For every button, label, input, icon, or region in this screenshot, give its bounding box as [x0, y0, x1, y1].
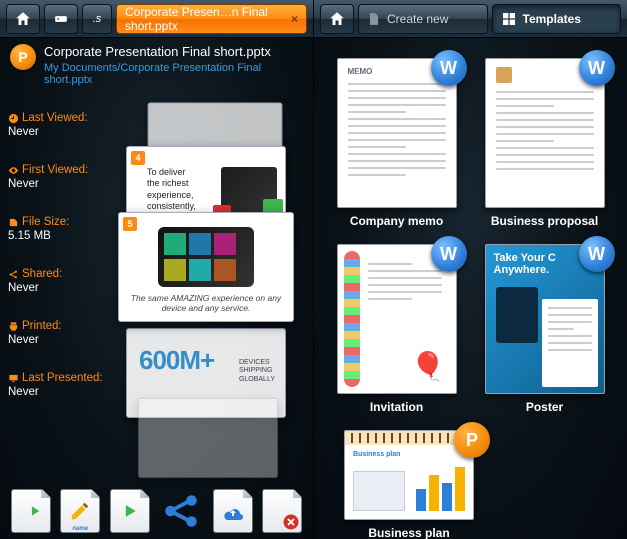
share-button[interactable] — [159, 489, 203, 533]
meta-printed: Printed: Never — [8, 320, 118, 346]
meta-label: Last Presented: — [22, 372, 103, 384]
open-button[interactable] — [11, 489, 51, 533]
play-icon — [120, 501, 140, 521]
home-icon — [328, 10, 346, 28]
arrow-right-icon — [20, 500, 42, 522]
templates-panel: Create new Templates W MEMO Company memo… — [314, 0, 627, 539]
share-icon — [8, 269, 19, 280]
extension-button[interactable]: .s — [82, 4, 112, 34]
meta-label: Last Viewed: — [22, 112, 88, 124]
template-label: Invitation — [370, 400, 423, 414]
meta-value: Never — [8, 334, 118, 346]
meta-file-size: File Size: 5.15 MB — [8, 216, 118, 242]
meta-value: Never — [8, 282, 118, 294]
size-icon — [8, 217, 19, 228]
document-tab-label: Corporate Presen…n Final short.pptx — [125, 5, 285, 33]
slide-graphic — [158, 227, 254, 287]
clock-icon — [8, 113, 19, 124]
template-label: Business proposal — [491, 214, 598, 228]
file-metadata: Last Viewed: Never First Viewed: Never F… — [8, 112, 118, 424]
word-badge-icon: W — [579, 50, 615, 86]
template-business-plan-presentation[interactable]: P Business plan Business plan presentati… — [334, 430, 484, 539]
file-header: P Corporate Presentation Final short.ppt… — [0, 38, 313, 94]
printer-icon — [8, 321, 19, 332]
eye-icon — [8, 165, 19, 176]
file-actions: name — [0, 489, 313, 533]
meta-value: Never — [8, 386, 118, 398]
file-title: Corporate Presentation Final short.pptx — [44, 44, 303, 60]
slide-preview-stack: 4 To deliver the richest experience, con… — [116, 98, 302, 428]
meta-last-presented: Last Presented: Never — [8, 372, 118, 398]
template-company-memo[interactable]: W MEMO Company memo — [333, 58, 461, 228]
left-topbar: .s Corporate Presen…n Final short.pptx × — [0, 0, 313, 38]
drive-icon — [52, 12, 70, 26]
powerpoint-badge-icon: P — [10, 44, 36, 70]
slide-big-text: 600M+ — [139, 345, 214, 376]
file-path: My Documents/Corporate Presentation Fina… — [44, 62, 303, 86]
new-doc-icon — [367, 10, 381, 28]
meta-first-viewed: First Viewed: Never — [8, 164, 118, 190]
right-topbar: Create new Templates — [314, 0, 627, 38]
meta-shared: Shared: Never — [8, 268, 118, 294]
present-button[interactable] — [110, 489, 150, 533]
document-details-panel: .s Corporate Presen…n Final short.pptx ×… — [0, 0, 314, 539]
meta-label: First Viewed: — [22, 164, 88, 176]
rename-hint: name — [60, 526, 100, 532]
powerpoint-badge-icon: P — [454, 422, 490, 458]
template-business-proposal[interactable]: W Business proposal — [481, 58, 609, 228]
templates-tab-label: Templates — [523, 12, 581, 26]
meta-value: 5.15 MB — [8, 230, 118, 242]
meta-value: Never — [8, 178, 118, 190]
template-label: Poster — [526, 400, 563, 414]
storage-button[interactable] — [44, 4, 78, 34]
meta-label: Printed: — [22, 320, 62, 332]
template-label: Company memo — [350, 214, 443, 228]
home-button[interactable] — [6, 4, 40, 34]
slide-thumb — [138, 398, 278, 478]
template-label: Business plan presentation — [334, 526, 484, 539]
document-tab[interactable]: Corporate Presen…n Final short.pptx × — [116, 4, 307, 34]
meta-label: Shared: — [22, 268, 62, 280]
slide-thumb-front: 5 The same AMAZING experience on any dev… — [118, 212, 294, 322]
home-icon — [14, 10, 32, 28]
slide-number: 4 — [131, 151, 145, 165]
slide-number: 5 — [123, 217, 137, 231]
meta-last-viewed: Last Viewed: Never — [8, 112, 118, 138]
word-badge-icon: W — [431, 236, 467, 272]
present-icon — [8, 373, 19, 384]
templates-tab[interactable]: Templates — [492, 4, 622, 34]
cloud-upload-icon — [221, 501, 245, 521]
template-poster[interactable]: W Take Your C Anywhere. Poster — [481, 244, 609, 414]
word-badge-icon: W — [431, 50, 467, 86]
close-tab-icon[interactable]: × — [285, 12, 298, 26]
slide-thumb — [148, 102, 283, 181]
slide-graphic — [221, 167, 277, 219]
templates-icon — [501, 11, 517, 27]
share-icon — [160, 490, 202, 532]
create-new-label: Create new — [387, 12, 448, 26]
meta-value: Never — [8, 126, 118, 138]
extension-label: .s — [93, 13, 102, 25]
create-new-button[interactable]: Create new — [358, 4, 488, 34]
upload-button[interactable] — [213, 489, 253, 533]
rename-button[interactable]: name — [60, 489, 100, 533]
slide-thumb: 4 To deliver the richest experience, con… — [126, 146, 286, 236]
slide-text: The same AMAZING experience on any devic… — [119, 293, 293, 313]
template-invitation[interactable]: W 🎈 Invitation — [333, 244, 461, 414]
home-button[interactable] — [320, 4, 354, 34]
slide-thumb: 600M+ DEVICES SHIPPING GLOBALLY — [126, 328, 286, 418]
delete-x-icon — [282, 513, 300, 531]
templates-grid[interactable]: W MEMO Company memo W Business proposal … — [314, 50, 627, 539]
word-badge-icon: W — [579, 236, 615, 272]
meta-label: File Size: — [22, 216, 69, 228]
slide-text: To deliver the richest experience, consi… — [147, 167, 196, 212]
slide-sub-text: DEVICES SHIPPING GLOBALLY — [239, 359, 275, 384]
delete-button[interactable] — [262, 489, 302, 533]
pencil-icon — [69, 500, 91, 522]
